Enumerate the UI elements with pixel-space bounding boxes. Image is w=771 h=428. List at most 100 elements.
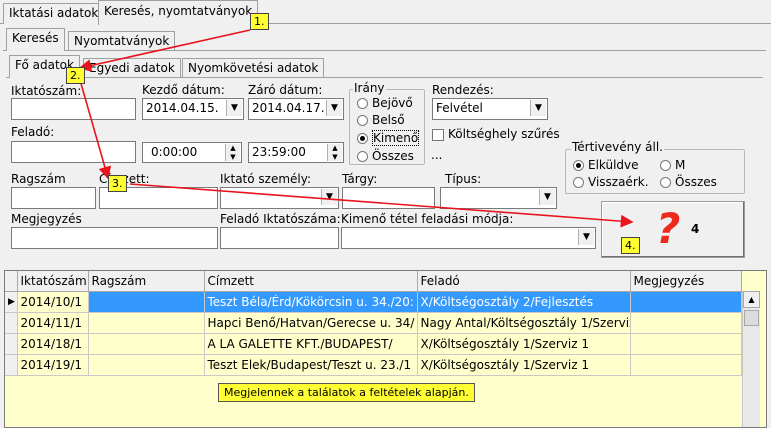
ellipsis-text: ... xyxy=(431,148,443,162)
results-note: Megjelennek a találatok a feltételek ala… xyxy=(218,383,475,402)
kezdo-datum-value: 2014.04.15. xyxy=(146,101,219,115)
inner-tab-line xyxy=(6,77,763,78)
rendezes-select[interactable]: Felvétel ▼ xyxy=(432,98,548,120)
spinner-arrows-icon[interactable]: ▲ ▼ xyxy=(327,144,342,161)
sub-tab-line xyxy=(3,50,766,51)
kezdo-ido-spinner[interactable]: 0:00:00 ▲ ▼ xyxy=(142,142,242,163)
cell-ragszam xyxy=(88,291,205,313)
step-marker-4: 4. xyxy=(621,237,640,254)
chevron-down-icon[interactable]: ▼ xyxy=(578,229,594,245)
megjegyzes-input[interactable] xyxy=(11,227,218,249)
radio-icon xyxy=(357,151,368,162)
tab-kereses-nyomtatvanyok[interactable]: Keresés, nyomtatványok xyxy=(98,0,259,25)
chevron-down-icon[interactable]: ▼ xyxy=(530,100,546,116)
grid-row-indicator-header xyxy=(5,271,18,292)
tertiveveny-radio-osszes[interactable]: Összes xyxy=(660,175,717,189)
tertiveveny-radio-elkuldve[interactable]: Elküldve xyxy=(573,158,639,172)
arrow-2-to-3 xyxy=(79,79,112,180)
tipus-select[interactable]: ▼ xyxy=(440,187,557,209)
tab-nyomtatvanyok[interactable]: Nyomtatványok xyxy=(68,31,176,50)
cell-megjegyzes xyxy=(630,333,742,355)
cell-ragszam xyxy=(88,333,205,355)
spinner-arrows-icon[interactable]: ▲ ▼ xyxy=(225,144,240,161)
kimeno-tetel-label: Kimenő tétel feladási módja: xyxy=(341,212,514,226)
felado-label: Feladó: xyxy=(11,125,55,139)
megjegyzes-label: Megjegyzés xyxy=(11,212,82,226)
zaro-datum-value: 2014.04.17. xyxy=(252,101,325,115)
row-pointer-icon: ▶ xyxy=(5,291,18,313)
iktato-szemely-label: Iktató személy: xyxy=(220,172,312,186)
cell-cimzett: Hapci Benő/Hatvan/Gerecse u. 34/ xyxy=(204,312,418,334)
ragszam-input[interactable] xyxy=(11,187,96,209)
tab-iktatasi-adatok[interactable]: Iktatási adatok xyxy=(3,3,105,24)
tab-kereses[interactable]: Keresés xyxy=(6,28,65,51)
cell-ragszam xyxy=(88,354,205,376)
zaro-ido-spinner[interactable]: 23:59:00 ▲ ▼ xyxy=(248,142,344,163)
cell-felado: X/Költségosztály 1/Szerviz 1 xyxy=(417,354,631,376)
tertiveveny-radio-visszaerk[interactable]: Visszaérk. xyxy=(573,175,649,189)
column-header-megjegyzes[interactable]: Megjegyzés xyxy=(630,271,742,292)
column-header-cimzett[interactable]: Címzett xyxy=(204,271,418,292)
table-row[interactable]: 2014/11/1 Hapci Benő/Hatvan/Gerecse u. 3… xyxy=(5,312,742,334)
cell-megjegyzes xyxy=(630,291,742,313)
koltseghely-checkbox[interactable]: Költséghely szűrés xyxy=(432,127,560,141)
cell-felado: Nagy Antal/Költségosztály 1/Szerviz xyxy=(417,312,631,334)
table-row[interactable]: ▶ 2014/10/1 Teszt Béla/Érd/Kökörcsin u. … xyxy=(5,291,742,313)
grid-scrollbar[interactable]: ▲ xyxy=(742,291,760,427)
cell-cimzett: Teszt Elek/Budapest/Teszt u. 23./1 xyxy=(204,354,418,376)
chevron-down-icon[interactable]: ▼ xyxy=(226,100,242,116)
chevron-down-icon[interactable]: ▼ xyxy=(326,100,342,116)
column-header-felado[interactable]: Feladó xyxy=(417,271,631,292)
search-button-number: 4 xyxy=(691,222,700,236)
kimeno-tetel-select[interactable]: ▼ xyxy=(341,227,596,249)
tab-nyomkovetesi-adatok[interactable]: Nyomkövetési adatok xyxy=(182,58,325,77)
step-marker-2: 2. xyxy=(66,67,85,84)
iktatoszam-label: Iktatószám: xyxy=(11,84,82,98)
checkbox-icon xyxy=(432,128,444,141)
cell-megjegyzes xyxy=(630,354,742,376)
felado-iktatoszama-input[interactable] xyxy=(220,227,339,249)
tertiveveny-radio-m[interactable]: M xyxy=(660,158,685,172)
step-marker-3: 3. xyxy=(108,175,127,192)
irany-radio-bejovo[interactable]: Bejövő xyxy=(357,96,413,110)
grid-header-row: Iktatószám Ragszám Címzett Feladó Megjeg… xyxy=(5,271,742,292)
results-table: Iktatószám Ragszám Címzett Feladó Megjeg… xyxy=(5,271,742,376)
rendezes-label: Rendezés: xyxy=(432,83,494,97)
zaro-datum-picker[interactable]: 2014.04.17. ▼ xyxy=(248,98,344,120)
radio-selected-icon xyxy=(357,133,368,144)
question-mark-icon: ? xyxy=(656,204,681,253)
iktato-szemely-select[interactable]: ▼ xyxy=(220,187,339,209)
radio-icon xyxy=(573,177,584,188)
column-header-ragszam[interactable]: Ragszám xyxy=(88,271,205,292)
scroll-thumb[interactable] xyxy=(744,310,759,326)
cell-ragszam xyxy=(88,312,205,334)
cell-cimzett: Teszt Béla/Érd/Kökörcsin u. 34./20: xyxy=(204,291,418,313)
table-row[interactable]: 2014/19/1 Teszt Elek/Budapest/Teszt u. 2… xyxy=(5,354,742,376)
scroll-up-icon[interactable]: ▲ xyxy=(743,291,760,308)
irany-radio-belso[interactable]: Belső xyxy=(357,113,405,127)
row-indicator xyxy=(5,333,18,355)
radio-icon xyxy=(660,177,671,188)
results-grid[interactable]: Iktatószám Ragszám Címzett Feladó Megjeg… xyxy=(4,270,767,428)
cell-iktatoszam: 2014/10/1 xyxy=(17,291,89,313)
irany-radio-osszes[interactable]: Összes xyxy=(357,149,414,163)
irany-radio-kimeno[interactable]: Kimenő xyxy=(357,130,420,146)
column-header-iktatoszam[interactable]: Iktatószám xyxy=(17,271,89,292)
chevron-down-icon[interactable]: ▼ xyxy=(539,189,555,205)
felado-input[interactable] xyxy=(11,141,136,163)
tab-egyedi-adatok[interactable]: Egyedi adatok xyxy=(83,58,181,77)
targy-input[interactable] xyxy=(342,187,435,209)
kezdo-datum-picker[interactable]: 2014.04.15. ▼ xyxy=(142,98,244,120)
iktatoszam-input[interactable] xyxy=(11,98,136,120)
chevron-down-icon[interactable]: ▼ xyxy=(321,189,337,205)
row-indicator xyxy=(5,354,18,376)
cell-iktatoszam: 2014/19/1 xyxy=(17,354,89,376)
table-row[interactable]: 2014/18/1 A LA GALETTE KFT./BUDAPEST/ X/… xyxy=(5,333,742,355)
irany-label: Irány xyxy=(353,81,386,95)
radio-icon xyxy=(357,98,368,109)
cell-cimzett: A LA GALETTE KFT./BUDAPEST/ xyxy=(204,333,418,355)
kezdo-datum-label: Kezdő dátum: xyxy=(142,83,225,97)
tipus-label: Típus: xyxy=(445,172,482,186)
radio-icon xyxy=(357,115,368,126)
cell-felado: X/Költségosztály 2/Fejlesztés xyxy=(417,291,631,313)
